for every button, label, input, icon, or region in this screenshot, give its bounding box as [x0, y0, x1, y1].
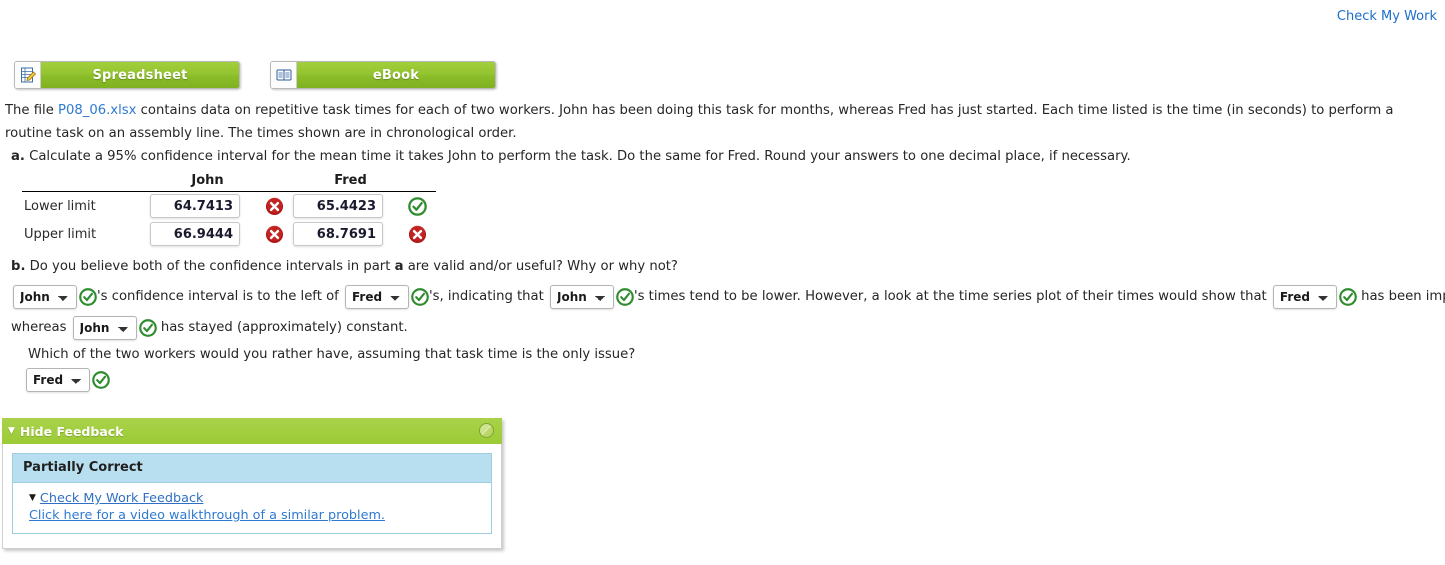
b-line2-text-post: has stayed (approximately) constant.	[156, 320, 408, 335]
column-header-fred: Fred	[293, 173, 408, 192]
part-a-letter: a.	[11, 149, 25, 164]
check-my-work-feedback-link[interactable]: Check My Work Feedback	[40, 491, 204, 506]
correct-icon	[1339, 288, 1357, 306]
part-b-letter: b.	[11, 259, 26, 274]
feedback-options-icon[interactable]	[479, 423, 494, 438]
feedback-content: ▼ Check My Work Feedback Click here for …	[13, 483, 491, 533]
part-b-followup-question: Which of the two workers would you rathe…	[28, 340, 1445, 370]
b-line1-text-4: has been improving,	[1361, 289, 1445, 304]
intro-post: contains data on repetitive task times f…	[5, 103, 1394, 141]
header-gutter-2	[408, 173, 436, 192]
upper-limit-fred-input[interactable]	[293, 222, 383, 246]
incorrect-icon	[408, 225, 427, 244]
dropdown-b-4[interactable]: Fred	[1272, 285, 1337, 309]
cell-upper-fred	[293, 220, 408, 248]
table-header-row: John Fred	[22, 173, 436, 192]
dropdown-b-5[interactable]: John	[72, 316, 137, 340]
hide-feedback-label: Hide Feedback	[19, 423, 124, 439]
xlsx-file-link[interactable]: P08_06.xlsx	[58, 103, 136, 118]
b-line2-text-pre: whereas	[11, 320, 71, 335]
status-lower-fred	[408, 192, 436, 221]
incorrect-icon	[265, 197, 284, 216]
table-row: Lower limit	[22, 192, 436, 221]
feedback-result-box: Partially Correct ▼ Check My Work Feedba…	[12, 453, 492, 534]
b-line1-text-3: 's times tend to be lower. However, a lo…	[633, 289, 1271, 304]
part-a-prompt: a. Calculate a 95% confidence interval f…	[11, 145, 1431, 168]
resource-button-bar: Spreadsheet eBook	[14, 61, 496, 89]
part-b-answer-line-2: whereas John has stayed (approximately) …	[11, 313, 1436, 343]
caret-down-icon: ▼	[8, 425, 15, 436]
status-lower-john	[265, 192, 293, 221]
correct-icon	[138, 319, 157, 337]
feedback-panel: ▼ Hide Feedback Partially Correct ▼ Chec…	[2, 418, 502, 549]
part-b-prompt: b. Do you believe both of the confidence…	[11, 255, 1431, 278]
spreadsheet-button-label: Spreadsheet	[41, 62, 239, 88]
upper-limit-john-input[interactable]	[150, 222, 240, 246]
caret-down-icon: ▼	[29, 493, 36, 503]
lower-limit-john-input[interactable]	[150, 194, 240, 218]
cell-lower-john	[150, 192, 265, 221]
correct-icon	[408, 196, 427, 216]
feedback-status-title: Partially Correct	[13, 454, 491, 483]
correct-icon	[411, 288, 429, 306]
part-b-text-1: Do you believe both of the confidence in…	[25, 259, 395, 274]
row-label-upper-limit: Upper limit	[24, 226, 97, 242]
incorrect-icon	[265, 225, 284, 244]
status-upper-john	[265, 220, 293, 248]
cell-lower-fred	[293, 192, 408, 221]
header-gutter-1	[265, 173, 293, 192]
confidence-interval-table: John Fred Lower limit 64.7413 65.4423 Up…	[22, 173, 436, 248]
dropdown-b-1[interactable]: John	[13, 285, 77, 309]
lower-limit-fred-input[interactable]	[293, 194, 383, 218]
dropdown-b-6[interactable]: Fred	[26, 368, 90, 392]
part-b-text-2: are valid and/or useful? Why or why not?	[403, 259, 678, 274]
ebook-icon	[271, 62, 297, 88]
intro-pre: The file	[5, 103, 58, 118]
cell-upper-john	[150, 220, 265, 248]
part-a-text: Calculate a 95% confidence interval for …	[24, 149, 1131, 164]
hide-feedback-header[interactable]: ▼ Hide Feedback	[2, 418, 502, 444]
dropdown-b-3[interactable]: John	[549, 285, 614, 309]
spreadsheet-icon	[15, 62, 41, 88]
problem-intro-text: The file P08_06.xlsx contains data on re…	[5, 99, 1439, 145]
b-line3-text: Which of the two workers would you rathe…	[28, 347, 636, 362]
table-corner-cell	[22, 173, 150, 192]
correct-icon	[616, 288, 634, 306]
correct-icon	[92, 371, 110, 389]
b-line1-text-1: 's confidence interval is to the left of	[97, 289, 343, 304]
table-row: Upper limit	[22, 220, 436, 248]
ebook-button[interactable]: eBook	[270, 61, 496, 89]
ebook-button-label: eBook	[297, 62, 495, 88]
spreadsheet-button[interactable]: Spreadsheet	[14, 61, 240, 89]
row-label-lower-limit: Lower limit	[24, 198, 96, 214]
status-upper-fred	[408, 220, 436, 248]
part-b-answer-line-1: John 's confidence interval is to the le…	[11, 282, 1445, 312]
feedback-body: Partially Correct ▼ Check My Work Feedba…	[2, 444, 502, 549]
b-line1-text-2: 's, indicating that	[428, 289, 548, 304]
video-walkthrough-link[interactable]: Click here for a video walkthrough of a …	[29, 508, 385, 523]
dropdown-b-2[interactable]: Fred	[344, 285, 409, 309]
correct-icon	[79, 288, 97, 306]
column-header-john: John	[150, 173, 265, 192]
part-b-answer-line-4: Fred	[24, 368, 1445, 392]
part-b-bold-a: a	[394, 259, 404, 274]
check-my-work-link[interactable]: Check My Work	[1337, 9, 1437, 24]
